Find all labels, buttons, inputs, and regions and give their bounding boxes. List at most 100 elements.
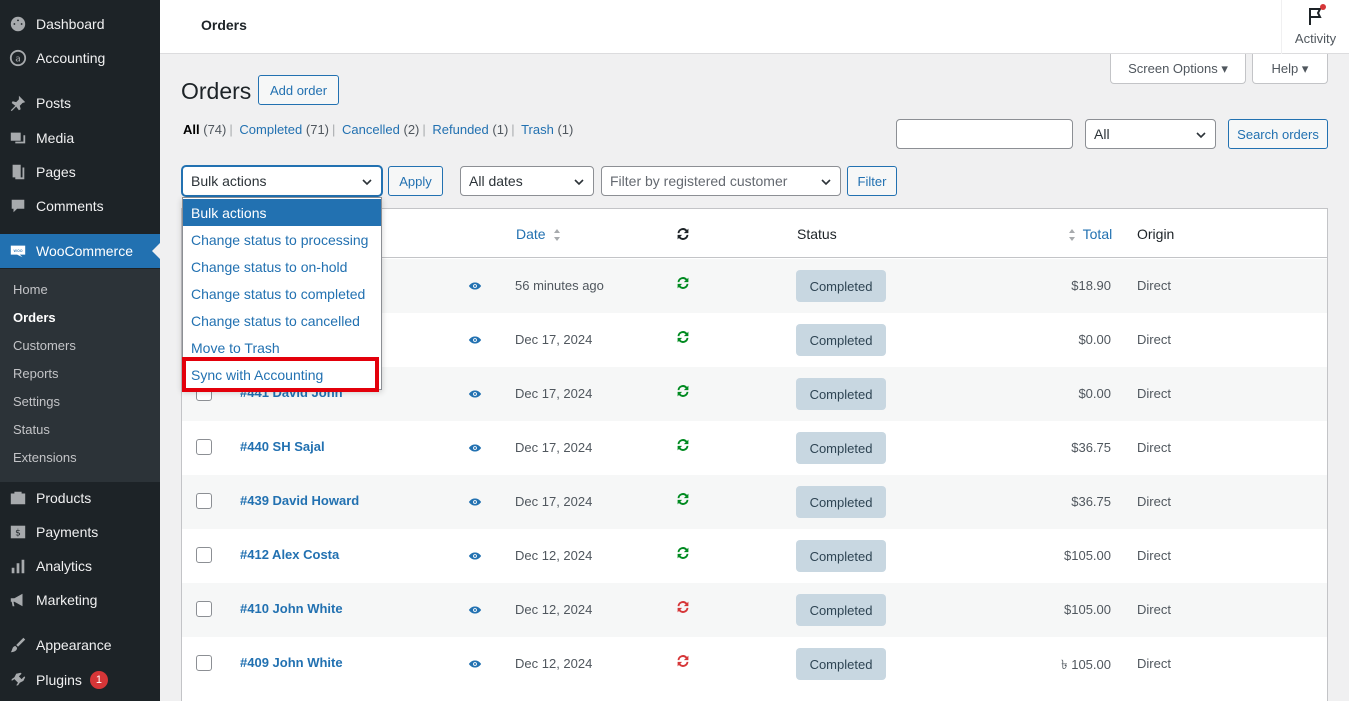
order-origin: Direct [1137,494,1171,509]
payments-icon: $ [0,523,36,541]
apply-button[interactable]: Apply [388,166,443,196]
row-checkbox[interactable] [196,601,212,617]
customer-filter-select[interactable]: Filter by registered customer [601,166,841,196]
search-orders-button[interactable]: Search orders [1228,119,1328,149]
order-link[interactable]: #440 SH Sajal [240,439,325,454]
sync-success-icon [677,277,689,289]
option-on-hold[interactable]: Change status to on-hold [183,253,381,280]
status-badge: Completed [796,540,886,572]
sidebar-item-plugins[interactable]: Plugins 1 [0,663,160,697]
sidebar-item-payments[interactable]: $ Payments [0,515,160,549]
order-origin: Direct [1137,602,1171,617]
preview-eye-icon[interactable] [468,495,482,509]
add-order-button[interactable]: Add order [258,75,339,105]
submenu-item-home[interactable]: Home [13,282,48,297]
preview-eye-icon[interactable] [468,333,482,347]
submenu-item-status[interactable]: Status [13,422,50,437]
sidebar-item-pages[interactable]: Pages [0,155,160,189]
order-link[interactable]: #409 John White [240,655,343,670]
row-checkbox[interactable] [196,547,212,563]
filter-cancelled[interactable]: Cancelled [342,122,400,137]
filter-button[interactable]: Filter [847,166,897,196]
filter-refunded[interactable]: Refunded [432,122,488,137]
order-link[interactable]: #439 David Howard [240,493,359,508]
filter-trash[interactable]: Trash [521,122,554,137]
order-total: $18.90 [1071,278,1111,293]
sidebar-item-accounting[interactable]: a Accounting [0,41,160,75]
row-checkbox[interactable] [196,439,212,455]
row-checkbox[interactable] [196,493,212,509]
order-total: $36.75 [1071,494,1111,509]
sidebar-item-media[interactable]: Media [0,121,160,155]
search-status-select[interactable]: All [1085,119,1216,149]
sidebar-item-marketing[interactable]: Marketing [0,583,160,617]
preview-eye-icon[interactable] [468,279,482,293]
preview-eye-icon[interactable] [468,549,482,563]
filter-all[interactable]: All [183,122,200,137]
sidebar-item-comments[interactable]: Comments [0,189,160,223]
submenu-item-reports[interactable]: Reports [13,366,59,381]
order-status-filters: All (74) | Completed (71) | Cancelled (2) |… [183,122,574,137]
table-row: #440 SH Sajal Dec 17, 2024 Completed $36.75… [182,421,1327,475]
preview-eye-icon[interactable] [468,441,482,455]
page-title: Orders [181,78,252,104]
sidebar-item-analytics[interactable]: Analytics [0,549,160,583]
search-input[interactable] [896,119,1073,149]
order-date: 56 minutes ago [515,278,604,293]
admin-sidebar: Dashboard a Accounting Posts Media Pages… [0,0,160,701]
order-date: Dec 12, 2024 [515,602,593,617]
order-total: $105.00 [1064,602,1111,617]
sidebar-item-dashboard[interactable]: Dashboard [0,7,160,41]
woo-icon: woo [0,242,36,260]
woocommerce-header: Orders Activity [160,0,1349,54]
order-origin: Direct [1137,386,1171,401]
status-badge: Completed [796,648,886,680]
submenu-item-settings[interactable]: Settings [13,394,60,409]
table-row: #412 Alex Costa Dec 12, 2024 Completed $105… [182,529,1327,583]
sidebar-item-appearance[interactable]: Appearance [0,628,160,662]
help-button[interactable]: Help ▾ [1252,54,1328,84]
activity-button[interactable]: Activity [1281,0,1349,54]
row-checkbox[interactable] [196,655,212,671]
bulk-actions-select[interactable]: Bulk actions [182,166,382,196]
column-total[interactable]: Total [1068,226,1112,242]
order-date: Dec 17, 2024 [515,440,593,455]
table-row: #409 John White Dec 12, 2024 Completed ৳ 10… [182,637,1327,691]
option-completed[interactable]: Change status to completed [183,280,381,307]
option-bulk-actions[interactable]: Bulk actions [183,199,381,226]
column-date[interactable]: Date [516,226,561,242]
sync-success-icon [677,385,689,397]
submenu-item-orders[interactable]: Orders [13,310,56,325]
dates-select[interactable]: All dates [460,166,594,196]
sidebar-item-posts[interactable]: Posts [0,86,160,120]
sidebar-item-woocommerce[interactable]: woo WooCommerce [0,234,160,268]
column-origin: Origin [1137,226,1175,242]
dashboard-icon [0,15,36,33]
order-total: ৳ 105.00 [1061,657,1111,672]
order-date: Dec 17, 2024 [515,494,593,509]
brush-icon [0,636,36,654]
flag-icon [1306,4,1326,27]
order-total: $0.00 [1078,386,1111,401]
submenu-item-extensions[interactable]: Extensions [13,450,77,465]
chevron-down-icon [362,179,372,186]
order-date: Dec 17, 2024 [515,386,593,401]
preview-eye-icon[interactable] [468,387,482,401]
submenu-item-customers[interactable]: Customers [13,338,76,353]
filter-completed[interactable]: Completed [239,122,302,137]
sync-error-icon [677,655,689,667]
order-date: Dec 12, 2024 [515,656,593,671]
sync-success-icon [677,547,689,559]
pin-icon [0,94,36,112]
preview-eye-icon[interactable] [468,657,482,671]
sidebar-item-products[interactable]: Products [0,481,160,515]
sync-column-icon [674,225,692,243]
option-processing[interactable]: Change status to processing [183,226,381,253]
woocommerce-submenu: Home Orders Customers Reports Settings S… [0,269,160,482]
screen-options-button[interactable]: Screen Options ▾ [1110,54,1246,84]
option-cancelled[interactable]: Change status to cancelled [183,307,381,334]
order-link[interactable]: #410 John White [240,601,343,616]
preview-eye-icon[interactable] [468,603,482,617]
order-link[interactable]: #412 Alex Costa [240,547,339,562]
status-badge: Completed [796,378,886,410]
